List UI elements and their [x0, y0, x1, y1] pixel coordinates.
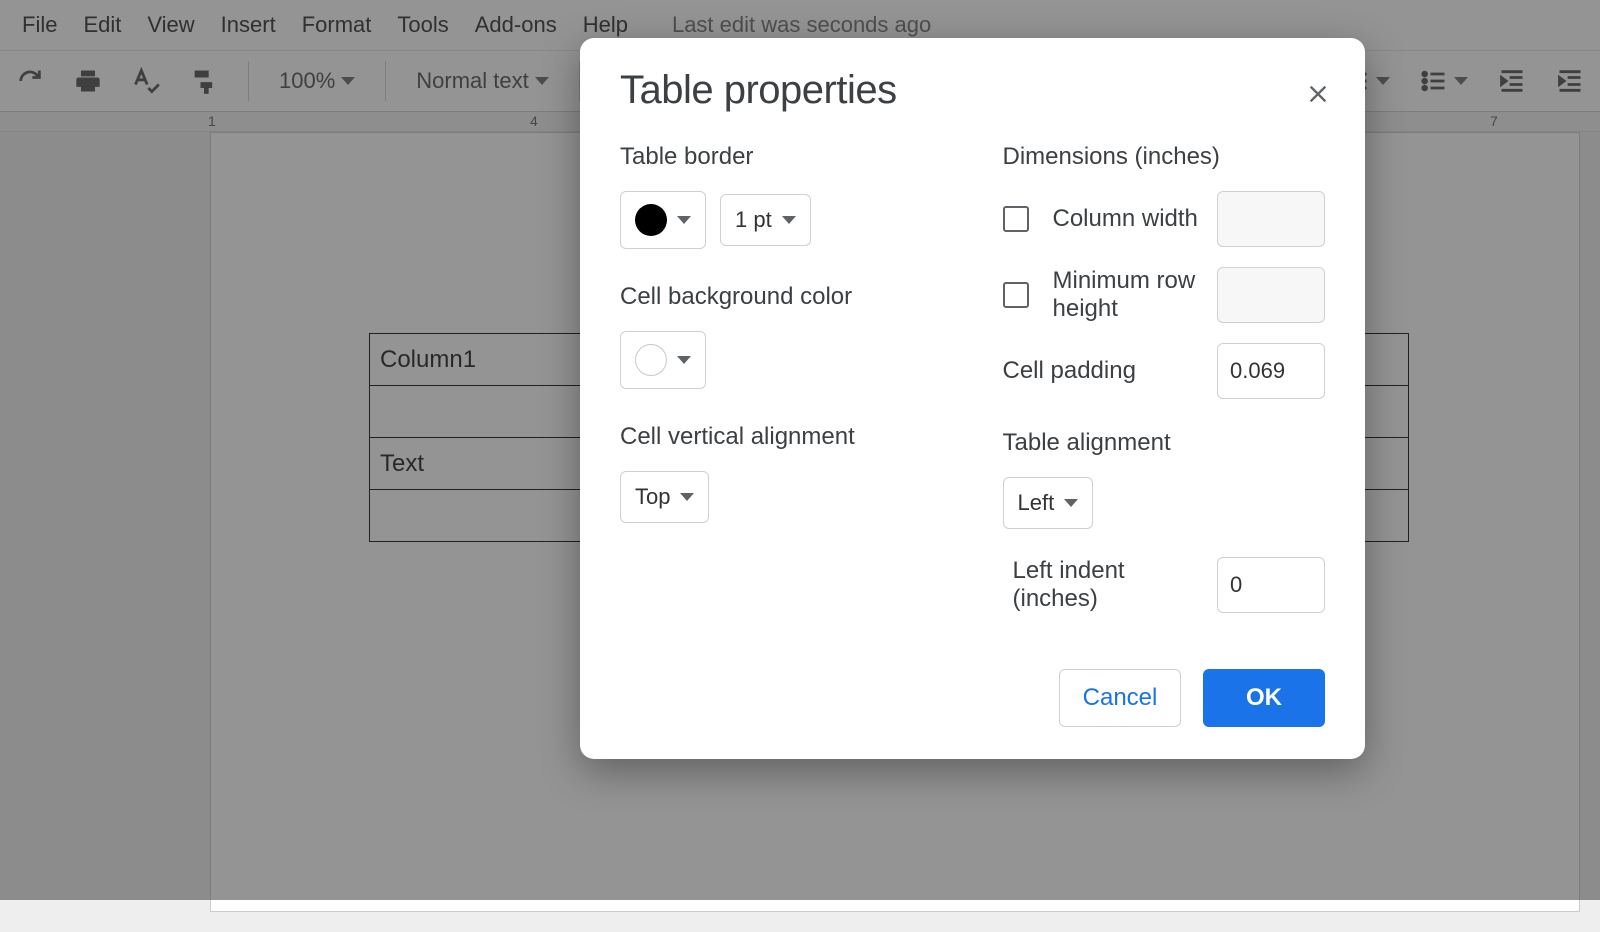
column-width-label: Column width	[1053, 205, 1208, 233]
color-swatch-white	[635, 344, 667, 376]
table-properties-dialog: Table properties Table border 1 pt Cell …	[580, 38, 1365, 759]
border-width-dropdown[interactable]: 1 pt	[720, 194, 811, 246]
dialog-actions: Cancel OK	[620, 669, 1325, 727]
min-row-height-checkbox[interactable]	[1003, 282, 1029, 308]
caret-down-icon	[782, 216, 796, 224]
cell-valign-dropdown[interactable]: Top	[620, 471, 709, 523]
cancel-button[interactable]: Cancel	[1059, 669, 1181, 727]
color-swatch-black	[635, 204, 667, 236]
dimensions-label: Dimensions (inches)	[1003, 143, 1326, 171]
min-row-height-label: Minimum row height	[1053, 267, 1208, 323]
column-width-checkbox[interactable]	[1003, 206, 1029, 232]
close-button[interactable]	[1299, 72, 1337, 117]
cell-bg-label: Cell background color	[620, 283, 943, 311]
left-indent-input[interactable]	[1217, 557, 1325, 613]
cell-valign-value: Top	[635, 484, 670, 510]
border-color-dropdown[interactable]	[620, 191, 706, 249]
ok-button[interactable]: OK	[1203, 669, 1325, 727]
dialog-right-column: Dimensions (inches) Column width Minimum…	[1003, 143, 1326, 613]
left-indent-label: Left indent (inches)	[1013, 557, 1208, 613]
min-row-height-input[interactable]	[1217, 267, 1325, 323]
table-alignment-dropdown[interactable]: Left	[1003, 477, 1094, 529]
table-alignment-label: Table alignment	[1003, 429, 1326, 457]
cell-padding-label: Cell padding	[1003, 357, 1208, 385]
table-border-label: Table border	[620, 143, 943, 171]
close-icon	[1307, 83, 1329, 105]
cell-padding-input[interactable]	[1217, 343, 1325, 399]
border-width-value: 1 pt	[735, 207, 772, 233]
table-alignment-value: Left	[1018, 490, 1055, 516]
caret-down-icon	[677, 216, 691, 224]
cell-bg-color-dropdown[interactable]	[620, 331, 706, 389]
caret-down-icon	[677, 356, 691, 364]
caret-down-icon	[1064, 499, 1078, 507]
dialog-title: Table properties	[620, 68, 1325, 113]
column-width-input[interactable]	[1217, 191, 1325, 247]
dialog-left-column: Table border 1 pt Cell background color	[620, 143, 943, 613]
cell-valign-label: Cell vertical alignment	[620, 423, 943, 451]
caret-down-icon	[680, 493, 694, 501]
